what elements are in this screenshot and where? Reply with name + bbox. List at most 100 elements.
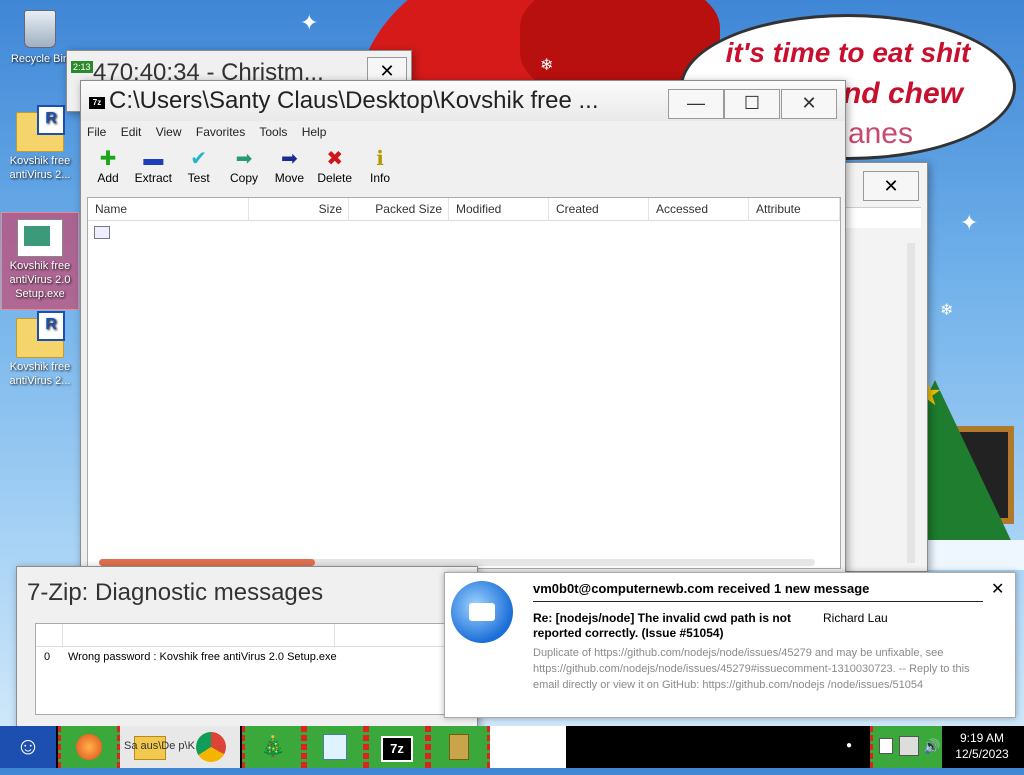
column-divider: [62, 624, 63, 646]
column-attributes[interactable]: Attribute: [749, 198, 840, 220]
7zip-icon: 7z: [89, 97, 105, 109]
vertical-scrollbar[interactable]: [907, 243, 915, 563]
clock-date: 12/5/2023: [955, 747, 1009, 761]
diagnostic-messages-window[interactable]: 7-Zip: Diagnostic messages 0 Wrong passw…: [16, 566, 478, 728]
snowflake-icon: ❄: [940, 302, 954, 319]
notepad-icon: [323, 734, 347, 760]
move-icon: ➡: [280, 148, 298, 170]
column-divider: [334, 624, 335, 646]
snowflake-icon: ❄: [540, 57, 554, 74]
column-packed-size[interactable]: Packed Size: [349, 198, 449, 220]
bubble-line-1: it's time to eat shit: [725, 37, 971, 68]
flag-icon[interactable]: [879, 738, 893, 754]
new-mail-notification[interactable]: vm0b0t@computernewb.com received 1 new m…: [444, 572, 1016, 718]
column-header-row: Name Size Packed Size Modified Created A…: [88, 198, 840, 221]
winrar-archive-icon: R: [16, 311, 65, 358]
start-button[interactable]: ☺: [0, 726, 56, 768]
explorer-ghost-text: Sa aus\De p\K: [124, 740, 195, 752]
winrar-archive-icon: R: [16, 105, 65, 152]
column-modified[interactable]: Modified: [449, 198, 549, 220]
menu-edit[interactable]: Edit: [121, 125, 142, 139]
column-size[interactable]: Size: [249, 198, 349, 220]
setup-exe-icon: [17, 219, 63, 257]
email-sender: Richard Lau: [823, 611, 888, 625]
email-subject: Re: [nodejs/node] The invalid cwd path i…: [533, 611, 792, 640]
scrollbar-thumb[interactable]: [99, 559, 315, 566]
extract-icon: ▬: [143, 148, 164, 170]
diagnostic-table[interactable]: 0 Wrong password : Kovshik free antiViru…: [35, 623, 457, 715]
menu-file[interactable]: File: [87, 125, 106, 139]
taskbar-firefox[interactable]: [58, 726, 120, 768]
close-button[interactable]: ✕: [863, 171, 919, 201]
desktop-icon-label: Kovshik free antiVirus 2...: [9, 361, 71, 387]
add-icon: ✚: [99, 148, 117, 170]
volume-icon[interactable]: 🔊: [923, 738, 940, 755]
taskbar: ☺ Sa aus\De p\K 🎄 7z ● 🔊 9:19 AM 12/5/20…: [0, 726, 1024, 768]
santa-icon: ☺: [15, 733, 41, 760]
info-button[interactable]: ℹ Info: [359, 147, 401, 185]
test-button[interactable]: ✔ Test: [178, 147, 220, 185]
thunderbird-icon: [451, 581, 513, 643]
delete-icon: ✖: [326, 148, 344, 170]
close-icon[interactable]: ✕: [991, 579, 1004, 599]
table-row[interactable]: 0 Wrong password : Kovshik free antiViru…: [36, 651, 456, 671]
extract-button[interactable]: ▬ Extract: [132, 147, 174, 185]
delete-button[interactable]: ✖ Delete: [314, 147, 356, 185]
christmas-tree-icon: 🎄: [260, 736, 286, 758]
file-row-icon[interactable]: [94, 226, 110, 239]
add-button[interactable]: ✚ Add: [87, 147, 129, 185]
network-icon[interactable]: [899, 736, 919, 756]
test-label: Test: [187, 171, 210, 185]
add-label: Add: [97, 171, 119, 185]
desktop-icon-kovshik-archive-1[interactable]: R Kovshik free antiVirus 2...: [2, 105, 78, 182]
move-button[interactable]: ➡ Move: [268, 147, 310, 185]
column-created[interactable]: Created: [549, 198, 649, 220]
minimize-button[interactable]: —: [668, 89, 724, 119]
desktop-icon-kovshik-setup[interactable]: Kovshik free antiVirus 2.0 Setup.exe: [1, 212, 79, 310]
column-accessed[interactable]: Accessed: [649, 198, 749, 220]
toolbar: ✚ Add ▬ Extract ✔ Test ➡ Copy ➡ Move ✖ D…: [87, 147, 401, 195]
title-bar[interactable]: 7z C:\Users\Santy Claus\Desktop\Kovshik …: [81, 81, 845, 121]
notification-header: vm0b0t@computernewb.com received 1 new m…: [533, 581, 870, 596]
window-title: C:\Users\Santy Claus\Desktop\Kovshik fre…: [109, 87, 599, 114]
window-title: 7-Zip: Diagnostic messages: [27, 579, 324, 606]
menu-tools[interactable]: Tools: [259, 125, 287, 139]
column-name[interactable]: Name: [88, 198, 249, 220]
menu-favorites[interactable]: Favorites: [196, 125, 245, 139]
row-index: 0: [44, 651, 51, 663]
taskbar-notepad[interactable]: [304, 726, 366, 768]
clock[interactable]: 9:19 AM 12/5/2023: [942, 730, 1022, 762]
copy-button[interactable]: ➡ Copy: [223, 147, 265, 185]
menu-view[interactable]: View: [156, 125, 182, 139]
countdown-badge: 2:13: [71, 61, 93, 73]
tray-dot-icon: ●: [846, 740, 853, 751]
close-button[interactable]: ✕: [781, 89, 837, 119]
taskbar-archive[interactable]: [428, 726, 490, 768]
desktop-icon-kovshik-archive-2[interactable]: R Kovshik free antiVirus 2...: [2, 311, 78, 388]
desktop-icon-label: Kovshik free antiVirus 2...: [9, 155, 71, 181]
firefox-icon: [76, 734, 102, 760]
email-preview: Duplicate of https://github.com/nodejs/n…: [533, 647, 970, 691]
diagnostic-table-header: [36, 624, 456, 647]
system-tray[interactable]: 🔊: [870, 726, 942, 768]
recycle-bin-icon: [24, 10, 56, 48]
copy-label: Copy: [230, 171, 259, 185]
delete-label: Delete: [317, 171, 353, 185]
taskbar-christmas-tree[interactable]: 🎄: [242, 726, 304, 768]
7zip-icon: 7z: [381, 736, 413, 762]
move-label: Move: [274, 171, 305, 185]
test-icon: ✔: [190, 148, 208, 170]
snowflake-icon: ✦: [300, 10, 319, 35]
taskbar-empty-area: [490, 726, 566, 768]
extract-label: Extract: [134, 171, 173, 185]
desktop-icon-label: Kovshik free antiVirus 2.0 Setup.exe: [9, 260, 71, 300]
7zip-file-manager-window[interactable]: 7z C:\Users\Santy Claus\Desktop\Kovshik …: [80, 80, 846, 574]
file-list[interactable]: Name Size Packed Size Modified Created A…: [87, 197, 841, 569]
chrome-icon[interactable]: [196, 732, 226, 762]
row-message: Wrong password : Kovshik free antiVirus …: [68, 651, 337, 663]
horizontal-scrollbar[interactable]: [99, 559, 815, 566]
maximize-button[interactable]: ☐: [724, 89, 780, 119]
taskbar-7zip[interactable]: 7z: [366, 726, 428, 768]
taskbar-file-explorer[interactable]: Sa aus\De p\K: [120, 726, 240, 768]
menu-help[interactable]: Help: [302, 125, 327, 139]
